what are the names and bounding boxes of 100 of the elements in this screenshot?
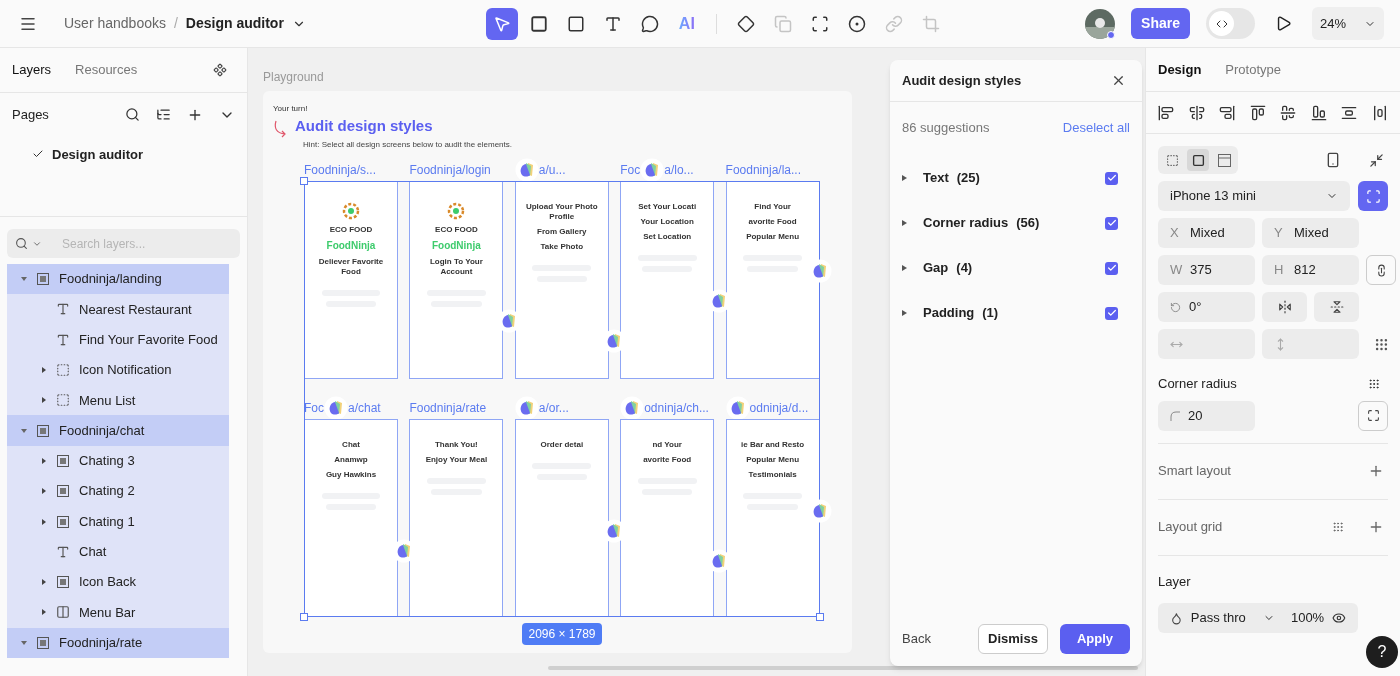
add-icon[interactable] [1368, 463, 1384, 479]
frame-label[interactable]: a/lo... [664, 160, 694, 179]
deselect-all-link[interactable]: Deselect all [1062, 118, 1130, 138]
layer-row[interactable]: Foodninja/landing [7, 264, 229, 295]
corner-radius-field[interactable]: 20 [1158, 400, 1255, 431]
constrain-button[interactable] [1366, 255, 1396, 285]
frame-label[interactable]: Foodninja/login [409, 160, 491, 179]
resize-handle[interactable] [300, 612, 308, 621]
number-field[interactable]: W 375 [1158, 255, 1255, 285]
breadcrumb-link[interactable]: User handbooks [64, 13, 166, 34]
fit-frame-button[interactable] [1358, 181, 1388, 211]
frame-label[interactable]: a/chat [348, 398, 381, 417]
number-field[interactable]: X Mixed [1158, 218, 1255, 248]
tool-select-button[interactable] [485, 7, 518, 40]
frame-label[interactable]: Foodninja/rate [409, 398, 487, 417]
phone-screen[interactable]: Set Your Locati Your Location Set Location [620, 180, 715, 379]
phone-screen[interactable]: nd Your avorite Food [620, 418, 715, 617]
phone-screen[interactable]: Chat Anamwp Guy Hawkins [304, 418, 398, 617]
share-button[interactable]: Share [1131, 8, 1190, 39]
layer-row[interactable]: Chating 1 [7, 506, 229, 537]
caret-down-icon[interactable] [21, 427, 27, 434]
panel-tab[interactable]: Design [1158, 59, 1202, 80]
phone-screen[interactable]: ECO FOOD FoodNinja Deliever Favorite Food [304, 180, 398, 379]
panel-tab[interactable]: Prototype [1225, 59, 1281, 80]
caret-right-icon[interactable] [902, 175, 907, 181]
frame-label[interactable]: Foodninja/s... [304, 160, 377, 179]
frame-mode-button[interactable] [1187, 149, 1209, 171]
file-name[interactable]: Design auditor [185, 13, 284, 34]
caret-down-icon[interactable] [21, 639, 27, 646]
audit-category[interactable]: Padding (1) [890, 290, 1142, 336]
layer-row[interactable]: Find Your Favorite Food [7, 324, 229, 355]
frame-label[interactable]: odninja/ch... [644, 398, 709, 417]
phone-screen[interactable]: Order detai [514, 418, 609, 617]
panel-tab[interactable]: Resources [75, 60, 138, 80]
device-icon[interactable] [1325, 152, 1341, 168]
layer-row[interactable]: Icon Back [7, 566, 229, 598]
layer-row[interactable]: Foodninja/rate [7, 627, 229, 658]
audit-category[interactable]: Text (25) [890, 155, 1142, 201]
frame-label[interactable]: Foodninja/la... [725, 160, 801, 179]
flip-vertical-button[interactable] [1314, 292, 1359, 322]
layer-row[interactable]: Chat [7, 536, 229, 567]
horizontal-spacing-field[interactable] [1158, 329, 1255, 359]
components-icon[interactable] [213, 63, 227, 77]
caret-right-icon[interactable] [41, 488, 47, 495]
caret-right-icon[interactable] [41, 457, 47, 464]
number-field[interactable]: H 812 [1262, 255, 1359, 285]
close-icon[interactable] [1111, 73, 1126, 88]
play-icon[interactable] [1275, 15, 1292, 32]
independent-corners-button[interactable] [1358, 400, 1388, 431]
device-dropdown[interactable]: iPhone 13 mini [1158, 181, 1350, 211]
vertical-spacing-field[interactable] [1262, 329, 1359, 359]
shrink-icon[interactable] [1369, 152, 1384, 168]
eye-icon[interactable] [1332, 611, 1346, 625]
caret-right-icon[interactable] [41, 579, 47, 586]
apply-button[interactable]: Apply [1060, 624, 1130, 654]
layer-row[interactable]: Chating 2 [7, 476, 229, 507]
grid-options-icon[interactable] [1332, 521, 1344, 533]
phone-screen[interactable]: ie Bar and Resto Popular Menu Testimonials [725, 418, 820, 617]
flip-horizontal-button[interactable] [1262, 292, 1307, 322]
dismiss-button[interactable]: Dismiss [978, 624, 1048, 654]
layer-row[interactable]: Chating 3 [7, 445, 229, 477]
phone-screen[interactable]: Thank You! Enjoy Your Meal [409, 418, 504, 617]
code-toggle[interactable] [1206, 8, 1255, 39]
help-button[interactable]: ? [1366, 636, 1398, 668]
caret-right-icon[interactable] [41, 397, 47, 404]
resize-handle[interactable] [816, 612, 824, 621]
layer-row[interactable]: Menu List [7, 385, 229, 416]
frame-label[interactable]: odninja/d... [749, 398, 809, 417]
category-checkbox[interactable] [1105, 261, 1118, 275]
blend-field[interactable]: Pass thro 100% [1158, 603, 1358, 633]
category-checkbox[interactable] [1105, 306, 1118, 320]
caret-right-icon[interactable] [902, 220, 907, 226]
audit-category[interactable]: Gap (4) [890, 245, 1142, 291]
horizontal-scrollbar[interactable] [548, 666, 1138, 670]
audit-category[interactable]: Corner radius (56) [890, 200, 1142, 246]
back-button[interactable]: Back [902, 629, 931, 649]
phone-screen[interactable]: Upload Your Photo Profile From Gallery Take Photo [514, 180, 609, 379]
add-icon[interactable] [1368, 519, 1384, 535]
panel-tab[interactable]: Layers [12, 60, 52, 80]
frame-label[interactable]: a/u... [538, 160, 566, 179]
category-checkbox[interactable] [1105, 216, 1118, 230]
zoom-dropdown[interactable]: 24% [1312, 7, 1384, 40]
caret-down-icon[interactable] [21, 276, 27, 283]
frame-label[interactable]: a/or... [538, 398, 569, 417]
resize-handle[interactable] [300, 176, 308, 185]
caret-right-icon[interactable] [41, 518, 47, 525]
frame-label[interactable]: Foc [304, 398, 324, 417]
caret-right-icon[interactable] [902, 265, 907, 271]
frame-label[interactable]: Foc [620, 160, 641, 179]
number-field[interactable]: Y Mixed [1262, 218, 1359, 248]
phone-screen[interactable]: Find Your avorite Food Popular Menu [725, 180, 820, 379]
user-avatar[interactable] [1085, 8, 1116, 39]
caret-right-icon[interactable] [41, 609, 47, 616]
layer-row[interactable]: Menu Bar [7, 597, 229, 628]
layer-row[interactable]: Nearest Restaurant [7, 294, 229, 325]
caret-right-icon[interactable] [41, 367, 47, 374]
phone-screen[interactable]: ECO FOOD FoodNinja Login To Your Account [409, 180, 504, 379]
category-checkbox[interactable] [1105, 171, 1118, 185]
corner-options-icon[interactable] [1368, 377, 1380, 390]
layer-row[interactable]: Foodninja/chat [7, 415, 229, 446]
